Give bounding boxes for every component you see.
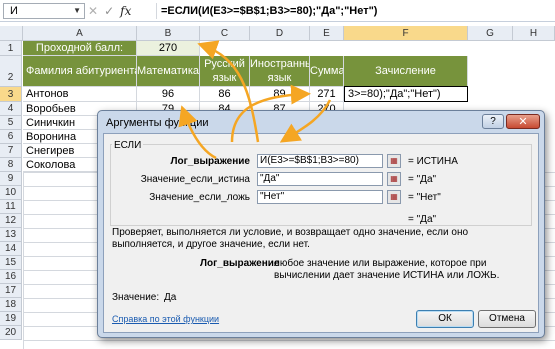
close-icon[interactable]: ✕ <box>506 114 540 129</box>
cancel-button[interactable]: Отмена <box>478 310 536 328</box>
arg-result-false: = "Нет" <box>408 192 441 203</box>
row-header[interactable]: 17 <box>0 284 22 298</box>
chevron-down-icon[interactable]: ▼ <box>73 4 81 18</box>
pass-score-value-cell[interactable]: 270 <box>137 41 200 56</box>
row-header[interactable]: 19 <box>0 312 22 326</box>
column-header-h[interactable]: H <box>513 26 555 41</box>
row-header[interactable]: 8 <box>0 158 22 172</box>
name-box[interactable]: И ▼ <box>3 3 85 19</box>
header-surname-cell[interactable]: Фамилия абитуриента <box>23 56 137 87</box>
row-header[interactable]: 20 <box>0 326 22 340</box>
arg-result-logical: = ИСТИНА <box>408 156 458 167</box>
dialog-title: Аргументы функции <box>106 117 209 129</box>
arg-input-logical[interactable]: И(E3>=$B$1;B3>=80) <box>257 154 383 168</box>
arg-input-true[interactable]: "Да" <box>257 172 383 186</box>
column-header-d[interactable]: D <box>250 26 310 41</box>
header-enroll-cell[interactable]: Зачисление <box>344 56 468 87</box>
foreign-cell[interactable]: 89 <box>250 87 310 102</box>
row-header[interactable]: 3 <box>0 87 22 102</box>
value-label: Значение: <box>112 292 160 303</box>
arg-help-text: любое значение или выражение, которое пр… <box>274 258 500 281</box>
function-description: Проверяет, выполняется ли условие, и воз… <box>112 227 469 250</box>
row-header[interactable]: 18 <box>0 298 22 312</box>
column-header-a[interactable]: A <box>23 26 137 41</box>
formula-bar: И ▼ ✕ ✓ fx =ЕСЛИ(И(E3>=$B$1;B3>=80);"Да"… <box>0 0 555 22</box>
header-russian-cell[interactable]: Русский язык <box>200 56 250 87</box>
arg-input-false[interactable]: "Нет" <box>257 190 383 204</box>
arg-help-name: Лог_выражение <box>200 258 280 269</box>
cancel-entry-icon[interactable]: ✕ <box>88 3 98 19</box>
range-select-icon[interactable]: ▦ <box>387 190 401 204</box>
range-select-icon[interactable]: ▦ <box>387 172 401 186</box>
value-result: Да <box>164 292 177 303</box>
row-header[interactable]: 2 <box>0 56 22 87</box>
pass-score-label-cell[interactable]: Проходной балл: <box>23 41 137 56</box>
help-icon[interactable]: ? <box>482 114 504 129</box>
row-header[interactable]: 4 <box>0 102 22 116</box>
range-select-icon[interactable]: ▦ <box>387 154 401 168</box>
dialog-body: ЕСЛИ Лог_выражение И(E3>=$B$1;B3>=80) ▦ … <box>103 133 539 333</box>
row-header[interactable]: 5 <box>0 116 22 130</box>
row-header[interactable]: 7 <box>0 144 22 158</box>
sum-cell[interactable]: 271 <box>310 87 344 102</box>
name-box-value: И <box>10 5 18 17</box>
surname-cell[interactable]: Антонов <box>23 87 137 102</box>
overall-result: = "Да" <box>408 214 437 225</box>
help-link[interactable]: Справка по этой функции <box>112 314 219 324</box>
arg-label-logical: Лог_выражение <box>170 156 250 167</box>
header-math-cell[interactable]: Математика <box>137 56 200 87</box>
function-name: ЕСЛИ <box>112 140 144 151</box>
arg-label-true: Значение_если_истина <box>140 174 250 185</box>
row-header[interactable]: 11 <box>0 200 22 214</box>
column-header-c[interactable]: C <box>200 26 250 41</box>
ok-button[interactable]: ОК <box>416 310 474 328</box>
active-enroll-cell[interactable]: 3>=80);"Да";"Нет") <box>344 86 468 102</box>
row-header[interactable]: 1 <box>0 41 22 56</box>
column-header-e[interactable]: E <box>310 26 344 41</box>
function-arguments-dialog: Аргументы функции ? ✕ ЕСЛИ Лог_выражение… <box>97 110 545 338</box>
arg-label-false: Значение_если_ложь <box>149 192 250 203</box>
column-header-f[interactable]: F <box>344 26 468 41</box>
formula-input[interactable]: =ЕСЛИ(И(E3>=$B$1;B3>=80);"Да";"Нет") <box>156 3 552 19</box>
select-all-corner[interactable] <box>0 26 23 41</box>
row-header[interactable]: 9 <box>0 172 22 186</box>
row-header[interactable]: 15 <box>0 256 22 270</box>
arg-result-true: = "Да" <box>408 174 437 185</box>
column-header-b[interactable]: B <box>137 26 200 41</box>
row-header[interactable]: 10 <box>0 186 22 200</box>
formula-buttons: ✕ ✓ fx <box>88 3 131 19</box>
math-cell[interactable]: 96 <box>137 87 200 102</box>
row-header[interactable]: 13 <box>0 228 22 242</box>
row-header[interactable]: 14 <box>0 242 22 256</box>
row-header[interactable]: 6 <box>0 130 22 144</box>
insert-function-icon[interactable]: fx <box>120 3 131 19</box>
confirm-entry-icon[interactable]: ✓ <box>104 3 114 19</box>
column-header-g[interactable]: G <box>468 26 513 41</box>
header-foreign-cell[interactable]: Иностранный язык <box>250 56 310 87</box>
russian-cell[interactable]: 86 <box>200 87 250 102</box>
row-header[interactable]: 16 <box>0 270 22 284</box>
row-header[interactable]: 12 <box>0 214 22 228</box>
header-sum-cell[interactable]: Сумма <box>310 56 344 87</box>
